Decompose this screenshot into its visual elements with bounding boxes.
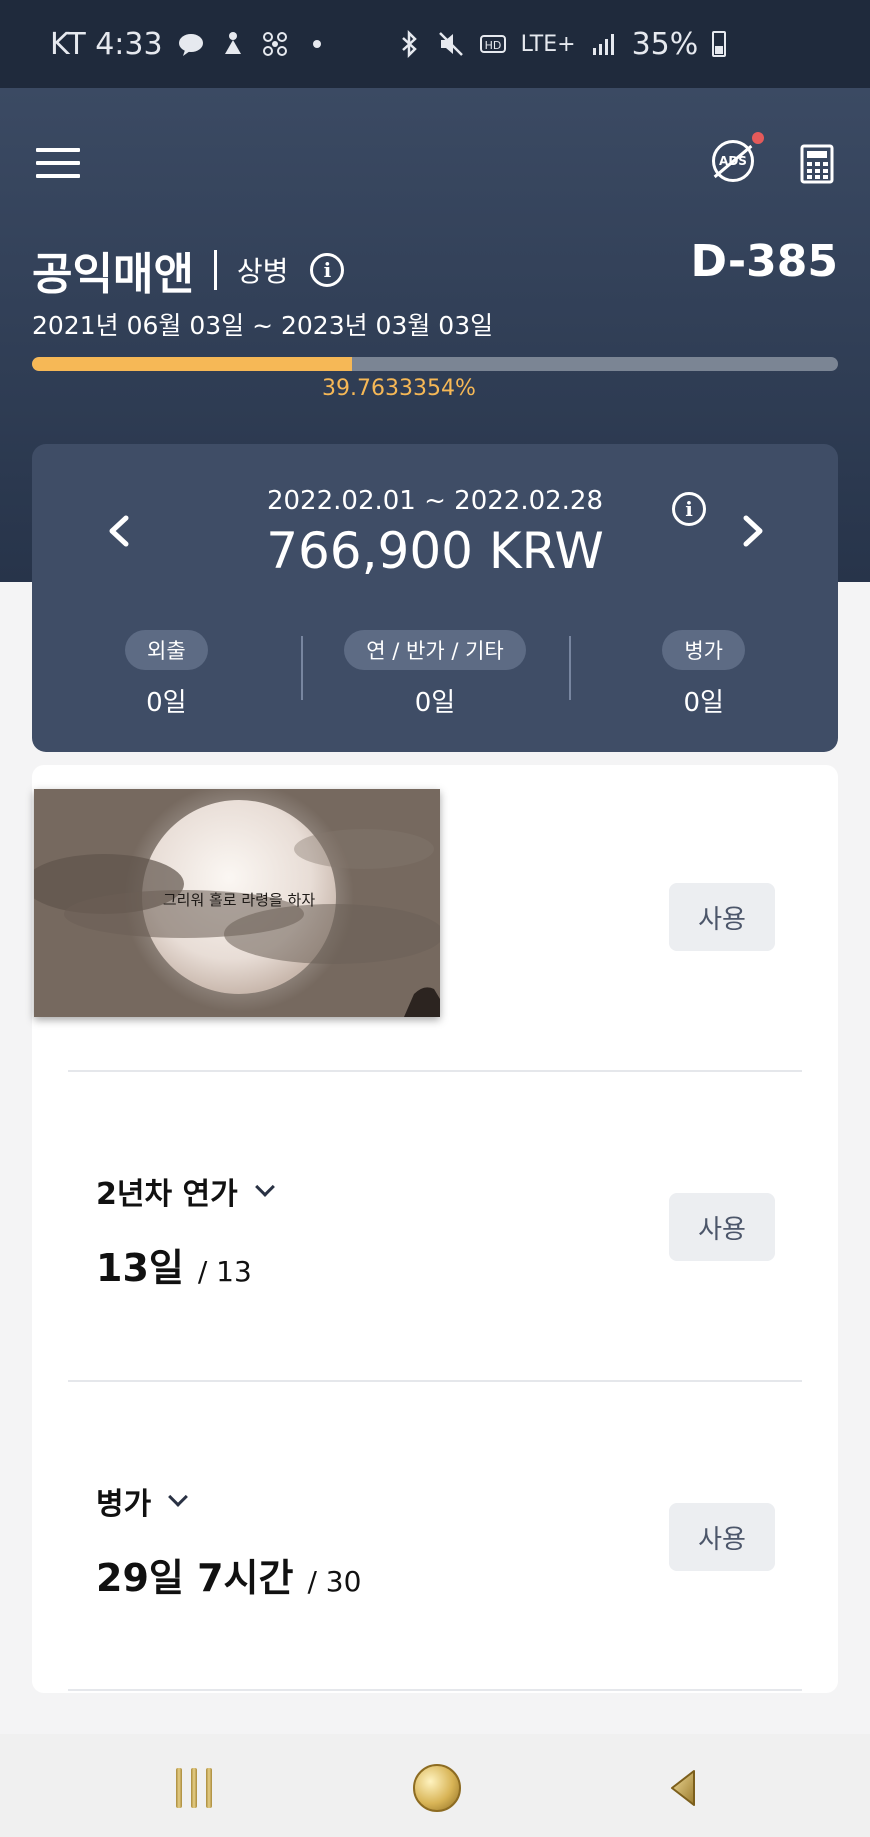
- battery-icon: [712, 31, 727, 57]
- chevron-down-icon: [254, 1177, 275, 1197]
- calculator-icon[interactable]: [800, 144, 834, 184]
- dday-counter: D-385: [690, 236, 838, 287]
- kakaotalk-icon: [178, 34, 203, 56]
- home-icon[interactable]: [413, 1764, 461, 1812]
- service-progress-bar: [32, 357, 838, 371]
- leave-panel: 그리워 홀로 라령을 하자 사용 2년차 연가 13일 / 13 사용 병가 2…: [32, 765, 838, 1693]
- info-icon[interactable]: i: [310, 253, 345, 287]
- use-button[interactable]: 사용: [669, 1503, 775, 1571]
- notification-dot: [752, 132, 764, 144]
- network-app-icon: [262, 32, 287, 56]
- stat-value: 0일: [683, 688, 724, 718]
- stat-label: 연 / 반가 / 기타: [344, 630, 526, 670]
- leave-item-title[interactable]: 2년차 연가: [96, 1169, 275, 1213]
- ads-block-icon[interactable]: ADS: [712, 140, 754, 182]
- carrier-time: KT 4:33: [50, 26, 163, 62]
- divider: [68, 1380, 802, 1382]
- page-title: 공익매앤 상병 i: [32, 238, 345, 302]
- stat-value: 0일: [146, 688, 187, 718]
- battery-level: 35%: [631, 26, 699, 62]
- back-icon[interactable]: [668, 1768, 698, 1808]
- rank-label: 상병: [236, 255, 289, 288]
- stat-outing: 외출 0일: [32, 630, 301, 719]
- hd-voice-icon: HD: [479, 35, 506, 53]
- leave-item-title[interactable]: 병가: [96, 1479, 189, 1523]
- salary-period: 2022.02.01 ~ 2022.02.28: [266, 486, 604, 516]
- chevron-right-icon[interactable]: [732, 506, 772, 556]
- network-type: LTE+: [520, 31, 576, 57]
- chevron-down-icon: [168, 1487, 189, 1507]
- service-period: 2021년 06월 03일 ~ 2023년 03월 03일: [32, 311, 494, 340]
- bluetooth-icon: [401, 30, 417, 58]
- svg-text:HD: HD: [484, 39, 501, 52]
- mute-icon: [438, 32, 463, 56]
- signal-icon: [592, 34, 614, 55]
- stat-value: 0일: [414, 688, 456, 718]
- banner-caption: 그리워 홀로 라령을 하자: [163, 891, 316, 909]
- salary-amount: 766,900 KRW: [266, 522, 604, 580]
- use-button[interactable]: 사용: [669, 1193, 775, 1261]
- progress-percent-label: 39.7633354%: [322, 376, 476, 401]
- leave-item-count: 13일 / 13: [96, 1246, 252, 1290]
- system-nav-bar: [0, 1734, 870, 1837]
- stat-annual-leave: 연 / 반가 / 기타 0일: [300, 630, 570, 719]
- banner-image[interactable]: 그리워 홀로 라령을 하자: [34, 789, 440, 1017]
- figure-icon: [224, 32, 241, 54]
- stat-label: 외출: [125, 630, 208, 670]
- stat-label: 병가: [662, 630, 745, 670]
- divider: [68, 1070, 802, 1072]
- progress-fill: [32, 357, 353, 371]
- status-bar: KT 4:33 HD LTE+ 35%: [0, 0, 870, 88]
- user-name: 공익매앤: [32, 249, 194, 300]
- moon-illustration: 그리워 홀로 라령을 하자: [34, 789, 440, 1017]
- info-icon[interactable]: i: [672, 492, 706, 526]
- leave-item-count: 29일 7시간 / 30: [96, 1556, 362, 1600]
- menu-icon[interactable]: [36, 148, 80, 178]
- more-dot-icon: [312, 40, 321, 48]
- use-button[interactable]: 사용: [669, 883, 775, 951]
- title-divider: [213, 250, 217, 290]
- recent-apps-icon[interactable]: [176, 1768, 212, 1808]
- stat-sick-leave: 병가 0일: [569, 630, 838, 719]
- leave-stats: 외출 0일 연 / 반가 / 기타 0일 병가 0일: [32, 630, 838, 719]
- salary-card: 2022.02.01 ~ 2022.02.28 766,900 KRW i 외출…: [32, 444, 838, 752]
- divider: [68, 1689, 802, 1691]
